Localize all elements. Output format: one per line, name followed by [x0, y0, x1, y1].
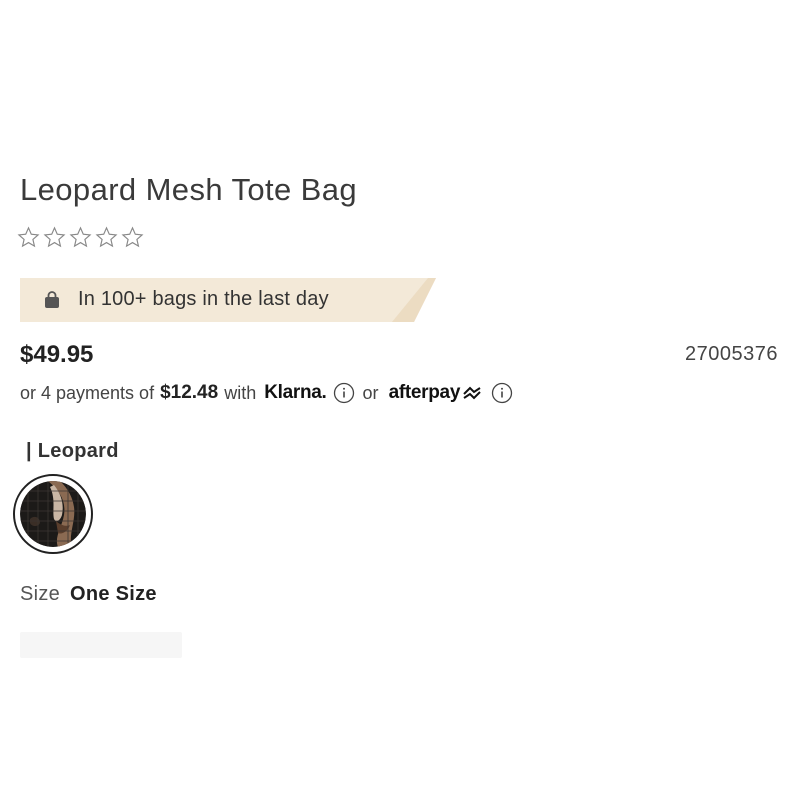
- installment-payments: or 4 payments of $12.48 with Klarna. or …: [20, 382, 521, 404]
- product-price: $49.95: [20, 341, 94, 368]
- loading-placeholder: [20, 632, 182, 658]
- afterpay-arrows-icon: [463, 386, 481, 400]
- payments-prefix: or 4 payments of: [20, 382, 155, 403]
- selected-color-label: | Leopard: [26, 440, 119, 462]
- payments-or-text: or: [362, 382, 379, 403]
- size-row: Size One Size: [20, 583, 157, 606]
- leopard-pattern-swatch: [20, 481, 86, 547]
- rating-stars[interactable]: [17, 226, 144, 249]
- star-icon: [69, 226, 92, 248]
- product-title: Leopard Mesh Tote Bag: [20, 172, 358, 207]
- product-sku: 27005376: [685, 343, 778, 365]
- size-value: One Size: [69, 583, 157, 605]
- size-label: Size: [20, 583, 61, 605]
- star-icon: [43, 226, 66, 248]
- installment-amount: $12.48: [160, 382, 219, 403]
- star-icon: [95, 226, 118, 248]
- payments-with-text: with: [224, 382, 257, 403]
- klarna-info-icon[interactable]: [333, 382, 355, 404]
- color-swatch-leopard[interactable]: [13, 474, 93, 554]
- klarna-logo: Klarna.: [264, 382, 327, 403]
- banner-text: In 100+ bags in the last day: [78, 288, 329, 310]
- star-icon: [17, 226, 40, 248]
- star-icon: [121, 226, 144, 248]
- afterpay-logo: afterpay: [388, 382, 461, 403]
- afterpay-info-icon[interactable]: [491, 382, 513, 404]
- popularity-banner: In 100+ bags in the last day: [20, 278, 436, 322]
- shopping-bag-icon: [45, 291, 59, 308]
